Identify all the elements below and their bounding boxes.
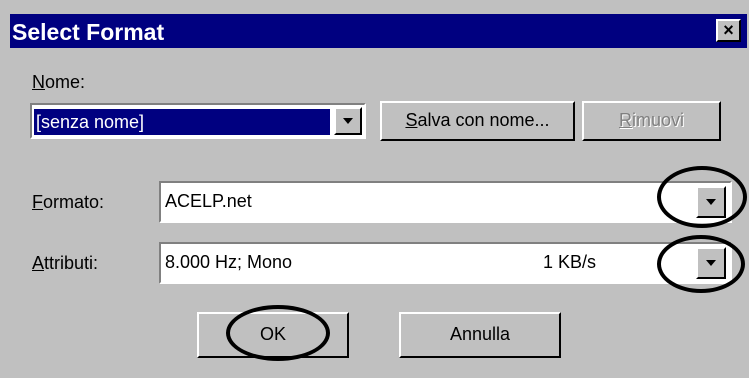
close-button[interactable]: ×: [716, 19, 741, 42]
title-bar: Select Format ×: [10, 14, 747, 48]
save-as-button[interactable]: Salva con nome...: [380, 101, 575, 141]
attributi-value: 8.000 Hz; Mono: [165, 252, 293, 272]
formato-combobox[interactable]: ACELP.net: [159, 181, 732, 223]
annotation-circle-attributi: [657, 235, 745, 293]
nome-label: Nome:: [32, 72, 86, 92]
attributi-rate: 1 KB/s: [543, 252, 597, 272]
nome-combobox[interactable]: [senza nome]: [30, 103, 366, 139]
dropdown-arrow-icon: [343, 118, 353, 124]
cancel-button[interactable]: Annulla: [399, 312, 561, 358]
formato-label: Formato:: [32, 192, 105, 212]
annotation-circle-ok: [226, 305, 330, 361]
nome-value: [senza nome]: [33, 108, 331, 136]
close-icon: ×: [723, 20, 734, 40]
attributi-combobox[interactable]: 8.000 Hz; Mono 1 KB/s: [159, 242, 732, 284]
cancel-label: Annulla: [449, 324, 511, 344]
remove-button[interactable]: Rimuovi: [582, 101, 721, 141]
annotation-circle-formato: [657, 166, 747, 228]
select-format-dialog: Select Format × Nome: [senza nome] Salva…: [0, 0, 749, 378]
attributi-label: Attributi:: [32, 253, 99, 273]
formato-value: ACELP.net: [165, 191, 252, 211]
dialog-title: Select Format: [12, 19, 165, 45]
nome-dropdown-button[interactable]: [334, 107, 362, 135]
